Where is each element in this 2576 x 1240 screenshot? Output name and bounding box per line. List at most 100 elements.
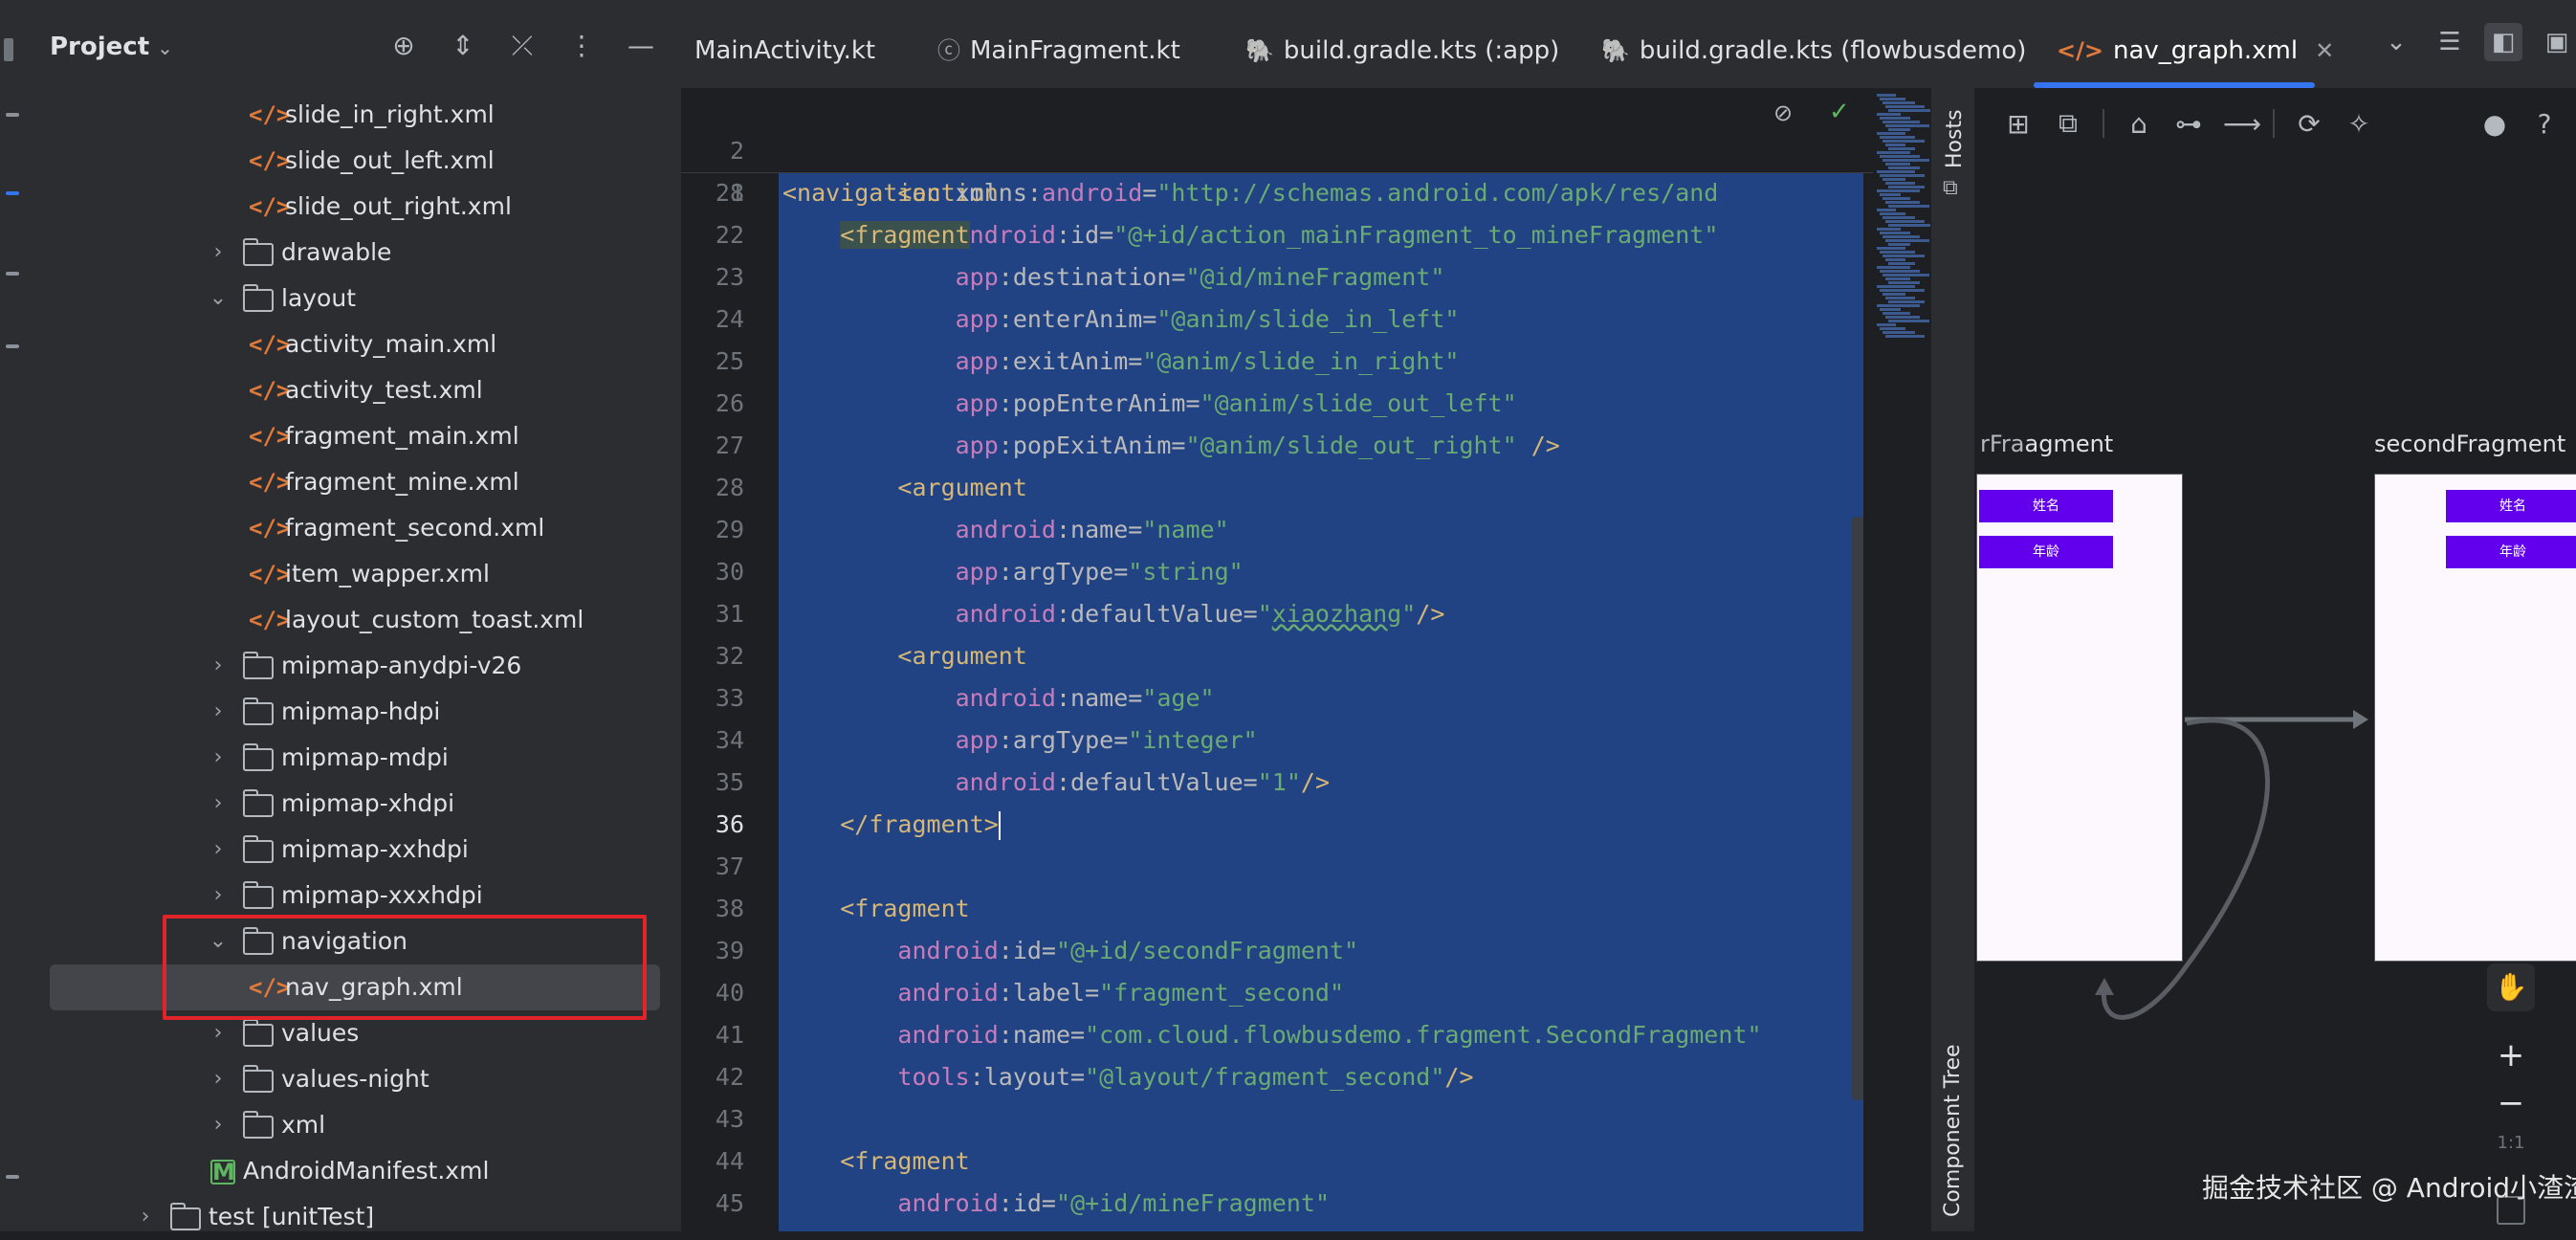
- line-text: app:exitAnim="@anim/slide_in_right": [955, 347, 1460, 375]
- locate-icon[interactable]: ⊕: [386, 29, 421, 63]
- more-options-icon[interactable]: ⋮: [564, 29, 599, 63]
- chevron-down-icon[interactable]: ⌄: [2377, 23, 2415, 61]
- line-text: app:popExitAnim="@anim/slide_out_right" …: [955, 432, 1560, 459]
- design-view-icon[interactable]: ▣: [2538, 23, 2576, 61]
- minimap-line: [1888, 128, 1910, 131]
- chevron-right-icon[interactable]: ›: [134, 1194, 157, 1240]
- code-minimap[interactable]: [1873, 88, 1934, 1231]
- minimap-line: [1877, 209, 1896, 211]
- minimap-line: [1888, 320, 1929, 322]
- tree-item[interactable]: › mipmap-hdpi: [29, 689, 681, 735]
- zoom-in-icon[interactable]: +: [2487, 1031, 2535, 1079]
- tool-icon[interactable]: [6, 1175, 19, 1179]
- chevron-right-icon[interactable]: ›: [207, 689, 230, 735]
- tool-icon[interactable]: [6, 344, 19, 348]
- tree-item[interactable]: </> item_wapper.xml: [29, 551, 681, 597]
- minimap-line: [1877, 323, 1896, 326]
- tree-item[interactable]: </> fragment_mine.xml: [29, 459, 681, 505]
- tree-item[interactable]: </> layout_custom_toast.xml: [29, 597, 681, 643]
- minimap-line: [1880, 232, 1910, 234]
- tree-item[interactable]: › mipmap-xxhdpi: [29, 827, 681, 873]
- tab-build-gradle-app[interactable]: 🐘 build.gradle.kts (:app): [1245, 0, 1559, 88]
- editor-scrollbar[interactable]: [1852, 517, 1863, 1100]
- minimap-line: [1885, 201, 1920, 204]
- nav-design-panel[interactable]: ⊞ ⧉ ⌂ ⊶ ⟶ ⟳ ✧ ● ? rFraagment secondFragm…: [1974, 88, 2576, 1231]
- hosts-tab[interactable]: Hosts: [1943, 109, 1967, 168]
- line-text: app:enterAnim="@anim/slide_in_left": [955, 305, 1460, 333]
- tree-item[interactable]: › mipmap-mdpi: [29, 735, 681, 781]
- tree-item-label: slide_out_left.xml: [285, 146, 495, 174]
- chevron-right-icon[interactable]: ›: [207, 643, 230, 689]
- tree-item[interactable]: › test [unitTest]: [29, 1194, 681, 1240]
- chevron-right-icon[interactable]: ›: [207, 1102, 230, 1148]
- tree-item-label: drawable: [281, 238, 392, 266]
- chevron-right-icon[interactable]: ›: [207, 873, 230, 919]
- tree-item[interactable]: </> slide_in_right.xml: [29, 92, 681, 138]
- tree-item[interactable]: › drawable: [29, 230, 681, 276]
- line-number: 34: [715, 726, 744, 754]
- project-title[interactable]: Project ⌄: [50, 33, 173, 61]
- tree-item[interactable]: </> activity_main.xml: [29, 321, 681, 367]
- line-number: 38: [715, 895, 744, 922]
- line-number: 27: [715, 432, 744, 459]
- chevron-right-icon[interactable]: ›: [207, 827, 230, 873]
- project-tool-icon[interactable]: [4, 38, 13, 61]
- check-icon[interactable]: ✓: [1829, 98, 1850, 126]
- line-text: android:defaultValue="1"/>: [955, 768, 1330, 796]
- folder-icon: [243, 1019, 274, 1047]
- hide-icon[interactable]: —: [624, 29, 658, 63]
- code-line: 24 app:enterAnim="@anim/slide_in_left": [681, 299, 1873, 341]
- gradle-icon: 🐘: [1245, 37, 1274, 64]
- tree-item[interactable]: </> slide_out_left.xml: [29, 138, 681, 184]
- line-text: app:argType="integer": [955, 726, 1258, 754]
- code-line: 40 android:label="fragment_second": [681, 972, 1873, 1014]
- expand-all-icon[interactable]: ⇕: [446, 29, 480, 63]
- tree-item[interactable]: ⌄ layout: [29, 276, 681, 321]
- code-editor[interactable]: 21 <action 22 android:id="@+id/action_mai…: [681, 88, 1873, 1231]
- minimap-line: [1880, 308, 1901, 311]
- tab-nav-graph[interactable]: </> nav_graph.xml ✕: [2057, 0, 2334, 88]
- zoom-out-icon[interactable]: −: [2487, 1079, 2535, 1127]
- minimap-line: [1882, 197, 1910, 200]
- minimap-line: [1880, 270, 1920, 273]
- component-tree-tab[interactable]: Component Tree: [1941, 1044, 1965, 1217]
- tree-item[interactable]: </> fragment_second.xml: [29, 505, 681, 551]
- split-view-icon[interactable]: ◧: [2484, 23, 2522, 61]
- chevron-right-icon[interactable]: ›: [207, 1056, 230, 1102]
- tree-item[interactable]: › values-night: [29, 1056, 681, 1102]
- tab-mainactivity[interactable]: MainActivity.kt: [694, 0, 875, 88]
- tree-item[interactable]: </> activity_test.xml: [29, 367, 681, 413]
- close-icon[interactable]: ✕: [2315, 37, 2334, 64]
- tool-icon[interactable]: [6, 113, 19, 117]
- tool-icon[interactable]: [6, 191, 19, 195]
- minimap-line: [1888, 224, 1934, 227]
- xml-file-icon: </>: [249, 101, 291, 128]
- folder-icon: [243, 1111, 274, 1139]
- minimap-line: [1880, 117, 1910, 120]
- chevron-right-icon[interactable]: ›: [207, 230, 230, 276]
- tree-item[interactable]: </> fragment_main.xml: [29, 413, 681, 459]
- tree-item[interactable]: › mipmap-xhdpi: [29, 781, 681, 827]
- zoom-ratio[interactable]: 1:1: [2487, 1133, 2535, 1153]
- editor-tabs: MainActivity.kt ⓒ MainFragment.kt 🐘 build.…: [681, 0, 2576, 89]
- minimap-line: [1877, 247, 1905, 250]
- tab-mainfragment[interactable]: ⓒ MainFragment.kt: [937, 0, 1180, 88]
- eye-off-icon[interactable]: ⊘: [1773, 100, 1793, 126]
- chevron-right-icon[interactable]: ›: [207, 735, 230, 781]
- chevron-right-icon[interactable]: ›: [207, 781, 230, 827]
- chevron-down-icon[interactable]: ⌄: [207, 276, 230, 321]
- tree-item[interactable]: </> slide_out_right.xml: [29, 184, 681, 230]
- project-title-label: Project: [50, 33, 150, 61]
- code-view-icon[interactable]: ☰: [2431, 23, 2469, 61]
- tree-item[interactable]: › mipmap-anydpi-v26: [29, 643, 681, 689]
- tab-build-gradle-project[interactable]: 🐘 build.gradle.kts (flowbusdemo): [1601, 0, 2026, 88]
- folder-icon: [243, 652, 274, 679]
- collapse-all-icon[interactable]: ⤫: [505, 29, 539, 63]
- line-text: android:name="age": [955, 684, 1215, 712]
- pan-icon[interactable]: ✋: [2487, 963, 2535, 1011]
- tree-item[interactable]: › xml: [29, 1102, 681, 1148]
- tool-icon[interactable]: [6, 272, 19, 276]
- minimap-line: [1882, 101, 1915, 104]
- tree-item[interactable]: M AndroidManifest.xml: [29, 1148, 681, 1194]
- tree-item[interactable]: › mipmap-xxxhdpi: [29, 873, 681, 919]
